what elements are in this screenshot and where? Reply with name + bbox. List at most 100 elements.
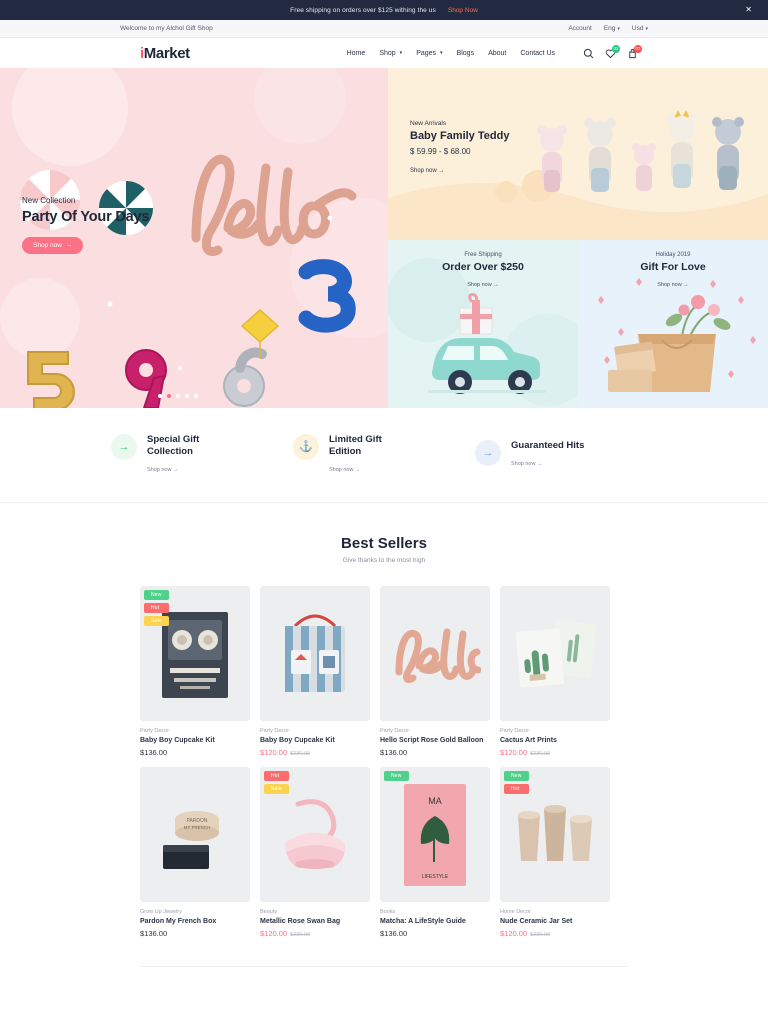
product-badges: Hot Sale	[264, 771, 289, 794]
product-card[interactable]: Party Decor Hello Script Rose Gold Ballo…	[380, 586, 490, 757]
nav-item-shop[interactable]: Shop ▾	[379, 50, 402, 57]
teddy-link-label: Shop now	[410, 168, 437, 174]
badge-sale: Sale	[144, 616, 169, 626]
price-current: $120.00	[260, 748, 288, 757]
currency-selector[interactable]: Usd ▾	[632, 25, 648, 32]
product-price: $136.00	[380, 748, 490, 757]
product-art-cactus-prints	[515, 619, 597, 688]
carousel-dot-active[interactable]	[167, 394, 171, 398]
product-card[interactable]: New Hot Sale Party Decor Baby Boy Cupcak…	[140, 586, 250, 757]
section-title: Best Sellers	[341, 535, 427, 552]
product-image[interactable]	[380, 586, 490, 721]
arrow-right-icon: →	[65, 242, 73, 249]
feature-text: Guaranteed Hits Shop now →	[511, 440, 584, 470]
carousel-dot[interactable]	[194, 394, 198, 398]
hero-section: New Collection Party Of Your Days Shop n…	[0, 68, 768, 408]
cart-icon[interactable]: 03	[627, 44, 642, 59]
carousel-dot[interactable]	[176, 394, 180, 398]
product-category: Party Decor	[500, 728, 530, 734]
feature-guaranteed-hits[interactable]: → Guaranteed Hits Shop now →	[475, 439, 657, 470]
arrow-right-icon: →	[683, 282, 689, 288]
product-image[interactable]: PARDON MY FRENCH	[140, 767, 250, 902]
product-card[interactable]: MA LIFESTYLE New Books Matcha: A LifeSty…	[380, 767, 490, 938]
gift-banner-copy: Holiday 2019 Gift For Love Shop now →	[578, 252, 768, 291]
feature-text: Special Gift Collection Shop now →	[147, 434, 227, 477]
nav-item-about[interactable]: About	[488, 50, 506, 57]
price-current: $136.00	[140, 929, 168, 938]
hero-shop-now-button[interactable]: Shop now →	[22, 237, 84, 254]
search-icon[interactable]	[583, 48, 594, 59]
product-card[interactable]: Party Decor Cactus Art Prints $120.00 $23…	[500, 586, 610, 757]
price-current: $120.00	[500, 929, 528, 938]
teddy-banner-copy: New Arrivals Baby Family Teddy $ 59.99 -…	[410, 120, 509, 177]
product-price: $120.00 $230.00	[260, 929, 370, 938]
gift-link-label: Shop now	[657, 282, 682, 288]
arrow-right-icon: →	[475, 439, 501, 466]
language-selector[interactable]: Eng ▾	[604, 25, 620, 32]
close-icon[interactable]: ✕	[745, 6, 752, 14]
product-category: Party Decor	[140, 728, 170, 734]
product-badges: New Hot	[504, 771, 529, 794]
product-badges: New Hot Sale	[144, 590, 169, 626]
gift-title: Gift For Love	[640, 261, 706, 273]
product-card[interactable]: New Hot Home Decor Nude Ceramic Jar Set …	[500, 767, 610, 938]
product-name: Nude Ceramic Jar Set	[500, 918, 573, 925]
shipping-banner-copy: Free Shipping Order Over $250 Shop now →	[388, 252, 578, 291]
arrow-right-icon: →	[438, 168, 445, 174]
badge-new: New	[384, 771, 409, 781]
nav-item-pages[interactable]: Pages ▾	[416, 50, 442, 57]
logo-text: Market	[143, 44, 190, 62]
carousel-dot[interactable]	[158, 394, 162, 398]
product-category: Grow Up Jewelry	[140, 909, 182, 915]
banner-baby-family-teddy[interactable]: New Arrivals Baby Family Teddy $ 59.99 -…	[388, 68, 768, 240]
product-image[interactable]	[500, 586, 610, 721]
product-image[interactable]: MA LIFESTYLE	[380, 767, 490, 902]
product-card[interactable]: Party Decor Baby Boy Cupcake Kit $120.00…	[260, 586, 370, 757]
account-link[interactable]: Account	[568, 25, 592, 32]
secondary-banners: Free Shipping Order Over $250 Shop now →	[388, 240, 768, 408]
section-subtitle: Give thanks to the most high	[342, 557, 426, 564]
shipping-shop-now-link[interactable]: Shop now →	[467, 282, 499, 288]
price-original: $230.00	[530, 932, 551, 938]
product-card[interactable]: PARDON MY FRENCH Grow Up Jewelry Pardon …	[140, 767, 250, 938]
product-name: Cactus Art Prints	[500, 737, 557, 744]
currency-value: Usd	[631, 25, 644, 32]
banner-gift-for-love[interactable]: Holiday 2019 Gift For Love Shop now →	[578, 240, 768, 408]
product-card[interactable]: Hot Sale Beauty Metallic Rose Swan Bag $…	[260, 767, 370, 938]
carousel-dot[interactable]	[185, 394, 189, 398]
product-art-hello-balloon	[395, 628, 481, 683]
hero-title: Party Of Your Days	[22, 209, 150, 225]
chevron-down-icon: ▾	[645, 26, 648, 32]
feature-special-gift-collection[interactable]: → Special Gift Collection Shop now →	[111, 433, 293, 477]
badge-new: New	[144, 590, 169, 600]
hero-slider[interactable]: New Collection Party Of Your Days Shop n…	[0, 68, 388, 408]
language-value: Eng	[603, 25, 616, 32]
teddy-shop-now-link[interactable]: Shop now →	[410, 168, 444, 174]
wishlist-icon[interactable]: 02	[605, 44, 620, 59]
hero-eyebrow: New Collection	[22, 196, 76, 205]
hero-button-label: Shop now	[33, 242, 62, 249]
banner-free-shipping[interactable]: Free Shipping Order Over $250 Shop now →	[388, 240, 578, 408]
cart-count-badge: 03	[634, 44, 642, 53]
gift-shop-now-link[interactable]: Shop now →	[657, 282, 689, 288]
nav-item-home[interactable]: Home	[347, 50, 366, 57]
feature-shop-now-link[interactable]: Shop now →	[147, 467, 179, 473]
product-price: $120.00 $230.00	[260, 748, 370, 757]
feature-shop-now-link[interactable]: Shop now →	[329, 467, 361, 473]
price-current: $120.00	[260, 929, 288, 938]
feature-text: Limited Gift Edition Shop now →	[329, 434, 409, 477]
logo[interactable]: iMarket	[140, 45, 190, 62]
product-category: Home Decor	[500, 909, 531, 915]
feature-title: Guaranteed Hits	[511, 439, 585, 451]
product-grid: New Hot Sale Party Decor Baby Boy Cupcak…	[140, 586, 628, 938]
nav-item-contact-us[interactable]: Contact Us	[520, 50, 555, 57]
feature-shop-now-link[interactable]: Shop now →	[511, 461, 543, 467]
carousel-dots	[158, 394, 198, 398]
nav-item-blogs[interactable]: Blogs	[457, 50, 475, 57]
product-image[interactable]	[260, 586, 370, 721]
badge-sale: Sale	[264, 784, 289, 794]
feature-limited-gift-edition[interactable]: ⚓ Limited Gift Edition Shop now →	[293, 433, 475, 477]
announcement-shop-now-link[interactable]: Shop Now	[448, 7, 478, 14]
anchor-icon: ⚓	[293, 433, 319, 460]
svg-text:MY FRENCH: MY FRENCH	[184, 825, 211, 830]
